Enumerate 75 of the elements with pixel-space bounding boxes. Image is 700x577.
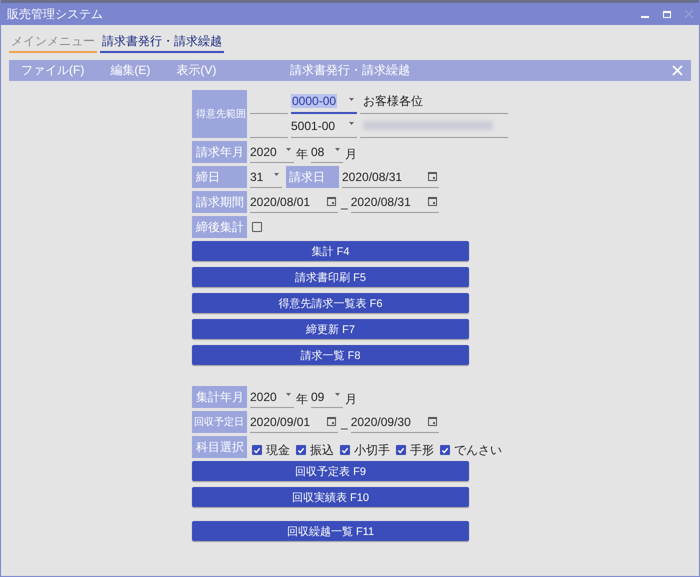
unit-label: 月 — [344, 146, 358, 162]
field-value: 5001-00 — [291, 118, 336, 132]
field-value: 2020/09/30 — [350, 414, 412, 428]
dropdown-caret-icon[interactable] — [349, 98, 354, 100]
field-label: 得意先範囲 — [192, 90, 247, 138]
form-title: 請求書発行・請求繰越 — [290, 63, 410, 77]
dropdown-field[interactable]: 09 — [311, 386, 343, 408]
calendar-icon[interactable] — [428, 197, 437, 206]
action-button[interactable]: 集計 F4 — [192, 241, 469, 261]
field-value: 0000-00 — [291, 94, 338, 108]
field-value: 08 — [311, 144, 326, 158]
date-field[interactable]: 2020/08/31 — [350, 191, 439, 213]
dropdown-field[interactable]: 2020 — [250, 141, 294, 163]
field-label: 締日 — [192, 166, 247, 188]
action-button[interactable]: 回収実績表 F10 — [192, 487, 469, 507]
field-label: 回収予定日 — [192, 411, 247, 433]
checkbox[interactable] — [440, 445, 450, 455]
date-field[interactable]: 2020/09/30 — [350, 411, 439, 433]
calendar-icon[interactable] — [327, 197, 336, 206]
date-field[interactable]: 2020/09/01 — [250, 411, 338, 433]
action-button[interactable]: 回収予定表 F9 — [192, 461, 469, 481]
dropdown-field[interactable]: 0000-00 — [291, 90, 357, 114]
unit-label: 年 — [295, 146, 309, 162]
field-label: 科目選択 — [192, 436, 247, 458]
field-label: 請求日 — [286, 166, 339, 188]
dropdown-caret-icon[interactable] — [335, 148, 340, 151]
maximize-icon[interactable] — [663, 10, 671, 18]
field-value: 2020/08/31 — [350, 194, 412, 208]
window-title: 販売管理システム — [7, 6, 104, 22]
checkbox[interactable] — [252, 222, 262, 232]
field-value: 2020/08/01 — [250, 194, 312, 208]
field-label: 請求年月 — [192, 141, 247, 163]
checkbox[interactable] — [396, 445, 406, 455]
field-label: 集計年月 — [192, 386, 247, 408]
action-button[interactable]: 得意先請求一覧表 F6 — [192, 293, 469, 313]
dropdown-field[interactable]: 5001-00 — [291, 114, 357, 138]
field-value: 09 — [311, 390, 326, 404]
checkbox[interactable] — [340, 445, 350, 455]
field-label: 締後集計 — [192, 216, 247, 238]
checkbox-label: 小切手 — [354, 442, 390, 458]
dropdown-caret-icon[interactable] — [335, 393, 340, 396]
calendar-icon[interactable] — [428, 417, 437, 426]
dropdown-field[interactable]: 08 — [311, 141, 343, 163]
field-value: 2020 — [250, 144, 278, 158]
unit-label: 年 — [295, 390, 309, 408]
field-value: 31 — [250, 170, 264, 184]
field-value: お客様各位 — [363, 93, 423, 110]
calendar-icon[interactable] — [327, 417, 336, 426]
checkbox[interactable] — [296, 445, 306, 455]
action-button[interactable]: 請求書印刷 F5 — [192, 267, 469, 287]
checkbox-label: でんさい — [454, 442, 502, 458]
field-value: 2020 — [250, 390, 278, 404]
field-value: 2020/09/01 — [250, 414, 312, 428]
dropdown-caret-icon[interactable] — [274, 173, 279, 176]
action-button[interactable]: 請求一覧 F8 — [192, 345, 469, 365]
action-button[interactable]: 締更新 F7 — [192, 319, 469, 339]
calendar-icon[interactable] — [428, 172, 437, 181]
range-separator: _ — [340, 415, 349, 432]
range-separator: _ — [340, 195, 349, 212]
dropdown-caret-icon[interactable] — [349, 122, 354, 125]
dropdown-field[interactable]: 2020 — [250, 386, 294, 408]
checkbox-label: 振込 — [310, 442, 334, 458]
tab[interactable]: 請求書発行・請求繰越 — [100, 31, 224, 53]
checkbox-label: 手形 — [410, 442, 434, 458]
field-label: 請求期間 — [192, 191, 247, 213]
date-field[interactable]: 2020/08/31 — [342, 166, 439, 188]
field-value: 2020/08/31 — [342, 170, 404, 184]
unit-label: 月 — [344, 390, 358, 408]
checkbox[interactable] — [252, 445, 262, 455]
date-field[interactable]: 2020/08/01 — [250, 191, 338, 213]
action-button[interactable]: 回収繰越一覧 F11 — [192, 521, 469, 541]
checkbox-label: 現金 — [266, 442, 290, 458]
dropdown-field[interactable]: 31 — [250, 166, 282, 188]
dropdown-caret-icon[interactable] — [286, 148, 291, 151]
dropdown-caret-icon[interactable] — [286, 393, 291, 396]
